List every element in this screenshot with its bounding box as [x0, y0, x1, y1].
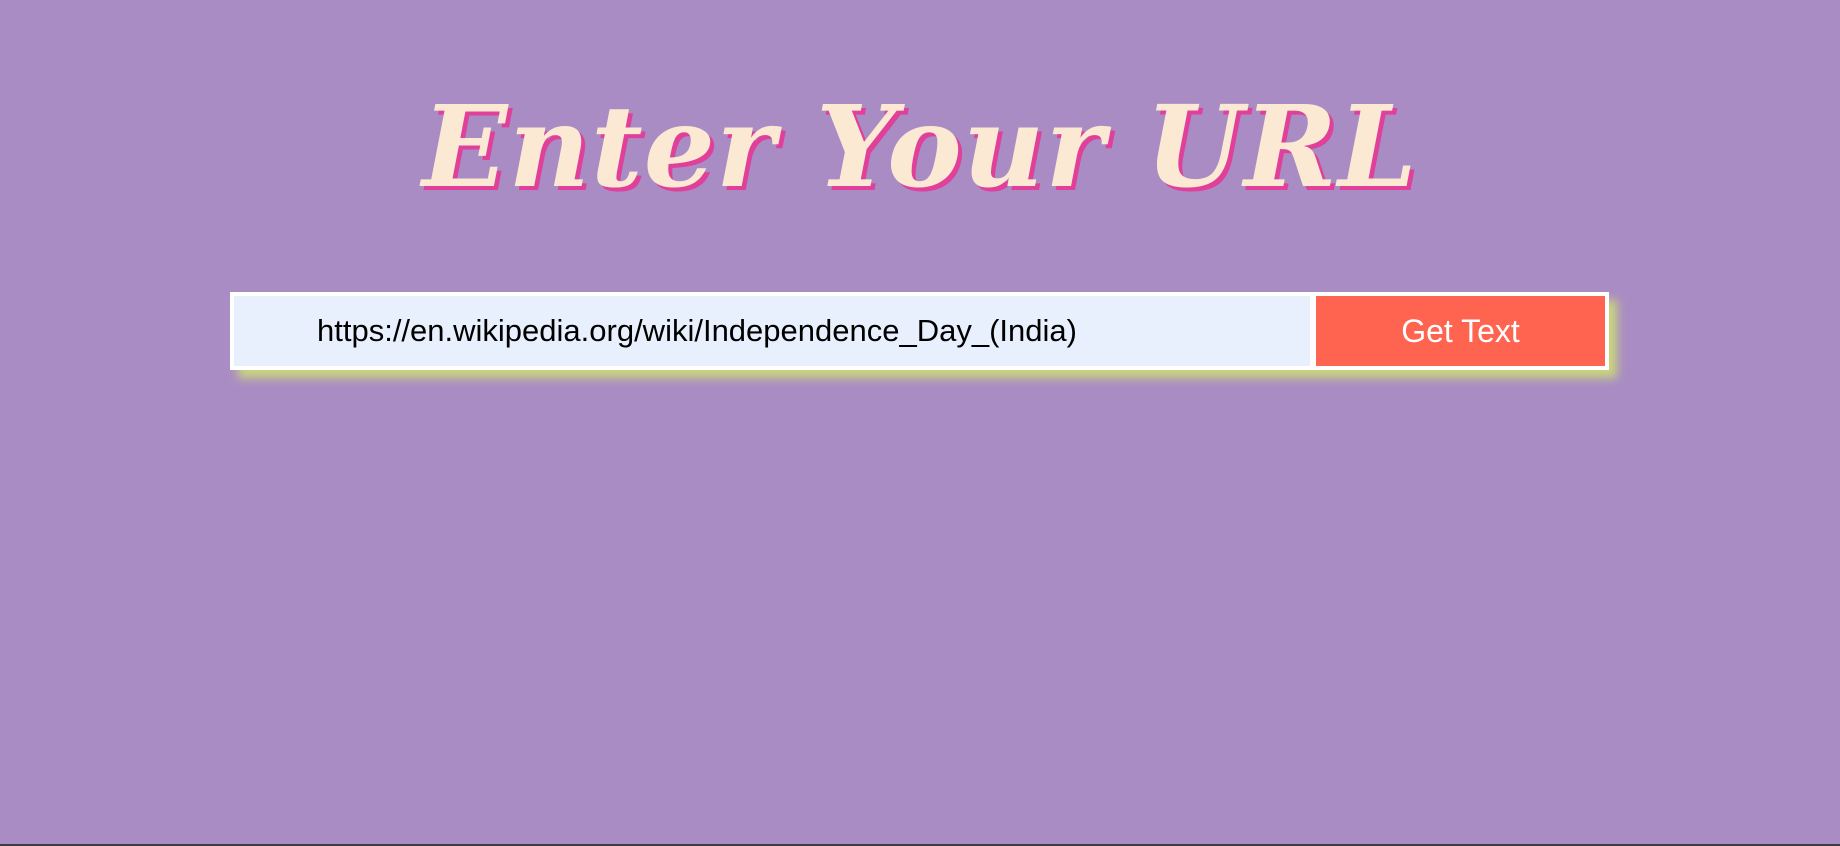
- page-title: Enter Your URL: [422, 82, 1418, 213]
- page: Enter Your URL Get Text: [0, 0, 1840, 846]
- get-text-button[interactable]: Get Text: [1313, 292, 1609, 370]
- url-input[interactable]: [230, 292, 1313, 370]
- url-form: Get Text: [230, 292, 1609, 370]
